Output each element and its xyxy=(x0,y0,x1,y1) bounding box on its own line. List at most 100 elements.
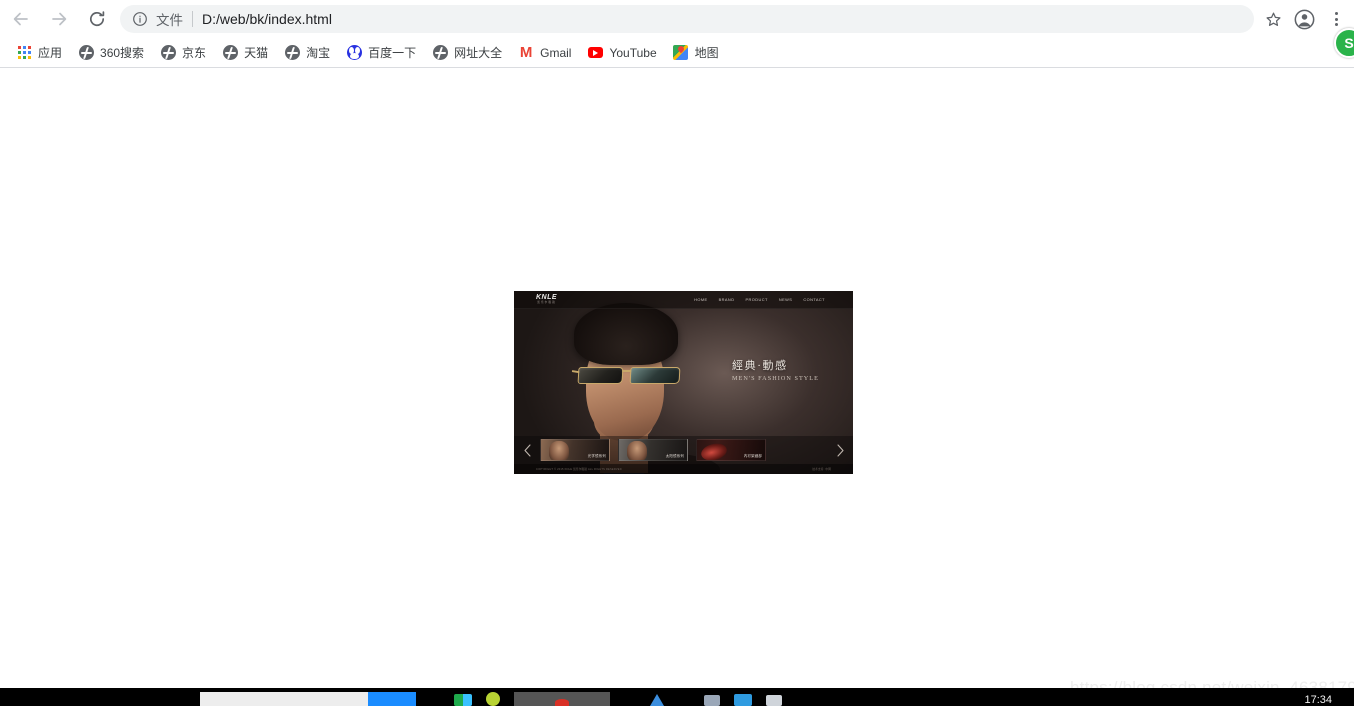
taskbar-app-icon xyxy=(555,699,569,706)
page-viewport: KNLE 凯奈尔眼镜 HOME BRAND PRODUCT NEWS CONTA… xyxy=(0,69,1354,706)
apps-grid-icon xyxy=(16,45,32,61)
nav-item-contact[interactable]: CONTACT xyxy=(803,297,825,302)
thumbnail-title-cn: 光学镜系列 xyxy=(587,454,606,458)
profile-button[interactable] xyxy=(1288,3,1320,35)
taskbar-item-app1[interactable] xyxy=(454,694,472,706)
bookmark-label: 百度一下 xyxy=(368,46,417,60)
bookmark-label: Gmail xyxy=(540,45,572,60)
thumbnail-labels: 内衬架细部 GLASSES STRUCTURE xyxy=(727,444,762,460)
bookmark-label: 网址大全 xyxy=(454,46,503,60)
footer-credit: 技术支持: 中网 xyxy=(812,468,831,471)
site-logo[interactable]: KNLE 凯奈尔眼镜 xyxy=(536,294,557,305)
sunglasses-left-lens xyxy=(577,367,624,384)
browser-toolbar: 文件 D:/web/bk/index.html xyxy=(0,0,1354,38)
globe-icon xyxy=(284,45,300,61)
carousel-next-button[interactable] xyxy=(827,436,853,464)
chevron-right-icon xyxy=(836,443,844,457)
taskbar-item-app3[interactable] xyxy=(650,694,664,706)
taskbar-item-window-preview[interactable] xyxy=(514,692,610,706)
bookmark-label: 天猫 xyxy=(244,46,269,60)
model-hair xyxy=(574,303,678,365)
bookmark-item-360search[interactable]: 360搜索 xyxy=(70,41,152,65)
carousel-thumbnail[interactable]: 太阳镜系列 SUNGLASSES SERIES xyxy=(618,439,688,461)
back-button[interactable] xyxy=(4,2,38,36)
taskbar-item-app4[interactable] xyxy=(704,695,720,706)
globe-icon xyxy=(222,45,238,61)
globe-icon xyxy=(78,45,94,61)
bookmark-label: 360搜索 xyxy=(100,46,145,60)
taskbar-item-highlighted[interactable] xyxy=(368,692,416,706)
bookmark-item-youtube[interactable]: YouTube xyxy=(579,41,664,65)
bookmark-label: 应用 xyxy=(38,46,63,60)
taskbar-spacer xyxy=(416,692,444,706)
site-header: KNLE 凯奈尔眼镜 HOME BRAND PRODUCT NEWS CONTA… xyxy=(514,291,853,309)
taskbar-search-box[interactable] xyxy=(200,692,368,706)
hero-carousel: 光学镜系列 OPTICS SERIES 太阳镜系列 SUNGLASSES SER… xyxy=(514,436,853,464)
thumbnail-labels: 光学镜系列 OPTICS SERIES xyxy=(581,444,606,460)
bookmark-item-hao123[interactable]: 网址大全 xyxy=(424,41,510,65)
nav-item-news[interactable]: NEWS xyxy=(779,297,792,302)
site-logo-text: KNLE xyxy=(536,293,558,301)
gmail-icon: M xyxy=(519,44,533,61)
bookmark-apps[interactable]: 应用 xyxy=(8,41,70,65)
star-icon xyxy=(1265,12,1281,26)
thumbnail-image xyxy=(699,441,729,460)
omnibox-scheme-label: 文件 xyxy=(156,13,183,28)
carousel-thumbnail[interactable]: 光学镜系列 OPTICS SERIES xyxy=(540,439,610,461)
arrow-left-icon xyxy=(13,12,28,26)
nav-item-brand[interactable]: BRAND xyxy=(719,297,735,302)
bookmark-item-tmall[interactable]: 天猫 xyxy=(214,41,276,65)
carousel-thumbnail-list: 光学镜系列 OPTICS SERIES 太阳镜系列 SUNGLASSES SER… xyxy=(540,439,827,461)
globe-icon xyxy=(432,45,448,61)
bookmark-star-button[interactable] xyxy=(1258,4,1288,34)
thumbnail-title-cn: 内衬架细部 xyxy=(743,454,762,458)
site-footer: COPYRIGHT © 2015 KNLE 凯奈尔眼镜 ALL RIGHTS R… xyxy=(514,464,853,474)
carousel-thumbnail[interactable]: 内衬架细部 GLASSES STRUCTURE xyxy=(696,439,766,461)
omnibox[interactable]: 文件 D:/web/bk/index.html xyxy=(120,5,1254,33)
windows-taskbar: 17:34 xyxy=(0,688,1354,706)
extension-badge-label: S xyxy=(1344,35,1354,51)
globe-icon xyxy=(160,45,176,61)
nav-item-product[interactable]: PRODUCT xyxy=(745,297,767,302)
omnibox-url-text: D:/web/bk/index.html xyxy=(202,11,332,27)
youtube-icon xyxy=(587,45,603,61)
account-icon xyxy=(1294,9,1314,29)
sunglasses-product xyxy=(571,363,688,387)
taskbar-item-app6[interactable] xyxy=(766,695,782,706)
bookmark-item-taobao[interactable]: 淘宝 xyxy=(276,41,338,65)
bookmark-item-gmail[interactable]: M Gmail xyxy=(510,41,579,65)
thumbnail-image xyxy=(627,441,647,460)
thumbnail-image xyxy=(549,441,569,460)
hero-subheadline: MEN'S FASHION STYLE xyxy=(732,375,819,382)
taskbar-item-app2[interactable] xyxy=(486,692,500,706)
maps-icon xyxy=(673,45,689,61)
more-vertical-icon xyxy=(1334,12,1338,26)
footer-copyright: COPYRIGHT © 2015 KNLE 凯奈尔眼镜 ALL RIGHTS R… xyxy=(536,468,622,471)
taskbar-item-app5[interactable] xyxy=(734,694,752,706)
chevron-left-icon xyxy=(523,443,531,457)
arrow-right-icon xyxy=(52,12,67,26)
site-logo-subtext: 凯奈尔眼镜 xyxy=(537,301,556,305)
nav-item-home[interactable]: HOME xyxy=(694,297,707,302)
bookmark-item-jd[interactable]: 京东 xyxy=(152,41,214,65)
sunglasses-right-lens xyxy=(629,367,681,384)
reload-button[interactable] xyxy=(80,2,114,36)
baidu-icon xyxy=(346,45,362,61)
carousel-prev-button[interactable] xyxy=(514,436,540,464)
forward-button[interactable] xyxy=(42,2,76,36)
hero-headline: 經典·動感 xyxy=(732,360,788,372)
bookmark-label: 淘宝 xyxy=(306,46,331,60)
site-nav-menu: HOME BRAND PRODUCT NEWS CONTACT xyxy=(694,297,825,302)
bookmark-item-maps[interactable]: 地图 xyxy=(665,41,727,65)
omnibox-divider xyxy=(192,11,193,27)
bookmark-label: 地图 xyxy=(694,46,719,60)
taskbar-clock[interactable]: 17:34 xyxy=(1304,695,1332,706)
reload-icon xyxy=(89,11,105,27)
bookmark-label: YouTube xyxy=(609,45,657,60)
thumbnail-labels: 太阳镜系列 SUNGLASSES SERIES xyxy=(650,444,684,460)
info-icon[interactable] xyxy=(132,11,148,27)
bookmark-item-baidu[interactable]: 百度一下 xyxy=(338,41,424,65)
hero-banner: KNLE 凯奈尔眼镜 HOME BRAND PRODUCT NEWS CONTA… xyxy=(514,291,853,474)
thumbnail-title-cn: 太阳镜系列 xyxy=(665,454,684,458)
hero-text-block: 經典·動感 MEN'S FASHION STYLE xyxy=(732,361,819,382)
